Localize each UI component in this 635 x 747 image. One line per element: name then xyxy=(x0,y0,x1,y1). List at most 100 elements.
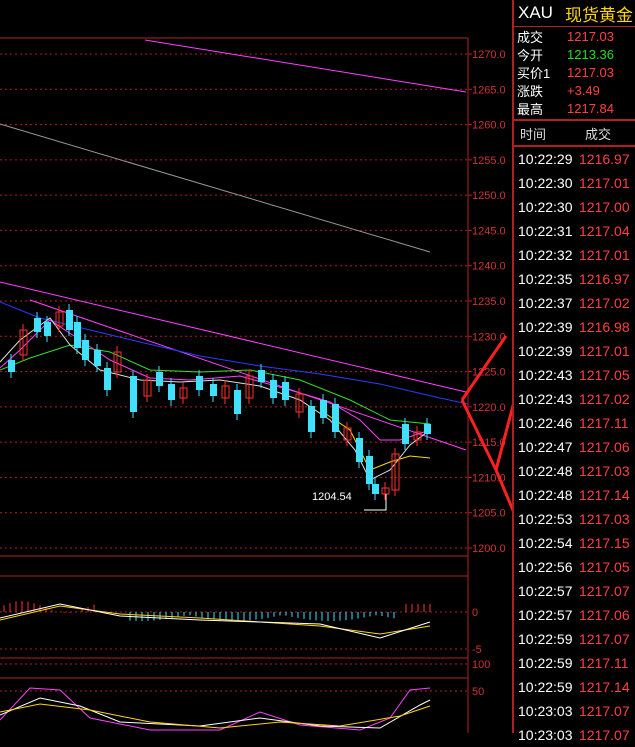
trade-time: 10:23:03 xyxy=(518,727,573,743)
quote-label: 成交 xyxy=(517,29,544,45)
macd-tick-label: -5 xyxy=(472,644,482,656)
trade-row: 10:22:59 1217.11 xyxy=(514,651,635,675)
candle-body xyxy=(366,456,373,484)
quote-value: 1217.03 xyxy=(567,28,614,44)
candle-body xyxy=(356,438,363,462)
trade-time: 10:22:53 xyxy=(518,511,573,527)
candle-body xyxy=(402,424,409,444)
candle-body xyxy=(308,406,315,432)
trendline-lower xyxy=(29,299,467,451)
trade-row: 10:22:59 1217.14 xyxy=(514,675,635,699)
trade-time: 10:22:37 xyxy=(518,295,573,311)
symbol-code: XAU xyxy=(518,3,553,22)
trade-time: 10:22:57 xyxy=(518,583,573,599)
trade-time: 10:22:43 xyxy=(518,391,573,407)
trade-time: 10:22:35 xyxy=(518,271,573,287)
quote-row: 涨跌 +3.49 xyxy=(514,81,635,99)
trade-row: 10:22:48 1217.03 xyxy=(514,459,635,483)
trade-time: 10:22:47 xyxy=(518,439,573,455)
price-tick-label: 1235.0 xyxy=(472,296,506,308)
trade-price: 1217.11 xyxy=(579,415,629,431)
trade-time: 10:22:39 xyxy=(518,343,573,359)
macd-tick-label: 0 xyxy=(472,607,478,619)
trade-price: 1217.11 xyxy=(579,655,629,671)
kline-chart[interactable]: 1270.0 1265.0 1260.0 1255.0 1250.0 1245.0 1240… xyxy=(0,0,512,733)
candle-body xyxy=(372,484,379,494)
quote-label: 今开 xyxy=(517,47,544,63)
quote-rows: 成交 1217.03 今开 1213.36 买价1 1217.03 涨跌 +3.49 最高 121… xyxy=(514,27,635,117)
price-tick-label: 1255.0 xyxy=(472,155,506,167)
candle-body xyxy=(156,372,163,386)
trade-price: 1217.14 xyxy=(579,679,630,695)
trade-price: 1217.02 xyxy=(579,295,630,311)
trade-time: 10:22:29 xyxy=(518,151,573,167)
candle-body xyxy=(210,384,217,396)
candle-body xyxy=(44,322,51,336)
trade-row: 10:22:39 1217.01 xyxy=(514,339,635,363)
trade-list[interactable]: 10:22:29 1216.97 10:22:30 1217.01 10:22:30 12… xyxy=(514,147,635,747)
quote-label: 最高 xyxy=(517,101,544,117)
trade-row: 10:22:54 1217.15 xyxy=(514,531,635,555)
trade-time: 10:22:30 xyxy=(518,199,573,215)
quote-header: XAU 现货黄金 xyxy=(514,0,635,27)
trade-row: 10:22:59 1217.07 xyxy=(514,627,635,651)
candle-body xyxy=(282,382,289,400)
trade-time: 10:23:03 xyxy=(518,703,573,719)
trade-time: 10:22:59 xyxy=(518,631,573,647)
candle-body xyxy=(234,390,241,414)
trade-time: 10:22:54 xyxy=(518,535,573,551)
trade-time: 10:22:31 xyxy=(518,223,573,239)
trade-price: 1217.05 xyxy=(579,559,630,575)
quote-panel: XAU 现货黄金 成交 1217.03 今开 1213.36 买价1 1217.03 涨跌 +… xyxy=(512,0,635,743)
trade-price: 1217.15 xyxy=(579,535,630,551)
candle-body xyxy=(270,380,277,398)
trade-price: 1217.07 xyxy=(579,703,630,719)
trade-time: 10:22:48 xyxy=(518,487,573,503)
trade-row: 10:22:53 1217.03 xyxy=(514,507,635,531)
candle-body xyxy=(104,368,111,390)
candle-body xyxy=(74,322,81,348)
trade-row: 10:22:30 1217.00 xyxy=(514,195,635,219)
trade-row: 10:22:56 1217.05 xyxy=(514,555,635,579)
candle-body xyxy=(82,340,89,360)
trade-price: 1217.07 xyxy=(579,727,630,743)
quote-value: 1217.03 xyxy=(567,64,614,80)
trade-row: 10:22:30 1217.01 xyxy=(514,171,635,195)
trade-price: 1217.02 xyxy=(579,391,630,407)
trade-price: 1217.04 xyxy=(579,223,630,239)
trade-row: 10:22:39 1216.98 xyxy=(514,315,635,339)
trade-row: 10:22:35 1216.97 xyxy=(514,267,635,291)
trade-row: 10:23:03 1217.07 xyxy=(514,723,635,747)
trade-row: 10:22:31 1217.04 xyxy=(514,219,635,243)
candle-body xyxy=(8,360,15,372)
trade-price: 1217.07 xyxy=(579,583,630,599)
trade-price: 1217.06 xyxy=(579,607,630,623)
price-tick-label: 1260.0 xyxy=(472,120,506,132)
candle-body xyxy=(168,384,175,400)
quote-value: 1213.36 xyxy=(567,46,614,62)
trade-price: 1217.01 xyxy=(579,175,630,191)
trade-price: 1217.03 xyxy=(579,463,630,479)
quote-label: 买价1 xyxy=(517,65,551,81)
quote-row: 今开 1213.36 xyxy=(514,45,635,63)
candle-body xyxy=(196,376,203,390)
trendline-gray xyxy=(0,123,431,253)
ma-white xyxy=(0,317,431,481)
trade-price: 1217.03 xyxy=(579,511,630,527)
kdj-k-line xyxy=(0,697,431,729)
quote-label: 涨跌 xyxy=(517,83,544,99)
trade-time: 10:22:56 xyxy=(518,559,573,575)
trade-price: 1216.98 xyxy=(579,319,630,335)
candle-body xyxy=(258,370,265,382)
price-tick-label: 1220.0 xyxy=(472,402,506,414)
macd-dif-line xyxy=(0,603,431,639)
trade-row: 10:22:46 1217.11 xyxy=(514,411,635,435)
trade-row: 10:22:48 1217.14 xyxy=(514,483,635,507)
price-tick-label: 1240.0 xyxy=(472,261,506,273)
trade-price-header: 成交 xyxy=(585,126,612,142)
trade-row: 10:22:43 1217.05 xyxy=(514,363,635,387)
trendline-mid xyxy=(0,281,467,393)
trade-time: 10:22:30 xyxy=(518,175,573,191)
trade-price: 1216.97 xyxy=(579,271,630,287)
quote-row: 最高 1217.84 xyxy=(514,99,635,117)
